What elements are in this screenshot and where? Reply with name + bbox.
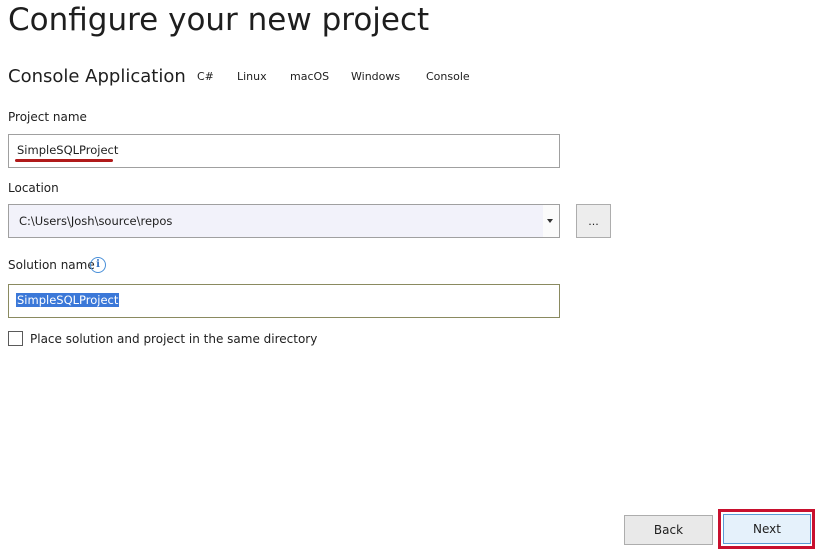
next-button[interactable]: Next bbox=[723, 514, 811, 544]
solution-name-label: Solution name bbox=[8, 258, 95, 272]
page-title: Configure your new project bbox=[8, 2, 430, 38]
project-name-value: SimpleSQLProject bbox=[17, 143, 119, 157]
annotation-underline bbox=[15, 159, 113, 162]
solution-name-value: SimpleSQLProject bbox=[16, 293, 120, 307]
tag-csharp: C# bbox=[197, 70, 214, 83]
location-label: Location bbox=[8, 181, 59, 195]
same-directory-checkbox[interactable] bbox=[8, 331, 23, 346]
tag-windows: Windows bbox=[351, 70, 401, 83]
chevron-down-icon[interactable] bbox=[543, 205, 559, 237]
template-name: Console Application bbox=[8, 66, 186, 87]
project-name-label: Project name bbox=[8, 110, 87, 124]
info-icon[interactable]: i bbox=[90, 257, 106, 273]
tag-console: Console bbox=[426, 70, 470, 83]
browse-button[interactable]: ... bbox=[576, 204, 611, 238]
back-button[interactable]: Back bbox=[624, 515, 713, 545]
solution-name-input[interactable]: SimpleSQLProject bbox=[8, 284, 560, 318]
location-combobox[interactable]: C:\Users\Josh\source\repos bbox=[8, 204, 560, 238]
project-name-input[interactable]: SimpleSQLProject bbox=[8, 134, 560, 168]
location-value: C:\Users\Josh\source\repos bbox=[19, 214, 173, 228]
same-directory-label[interactable]: Place solution and project in the same d… bbox=[30, 332, 317, 346]
tag-linux: Linux bbox=[237, 70, 267, 83]
tag-macos: macOS bbox=[290, 70, 330, 83]
